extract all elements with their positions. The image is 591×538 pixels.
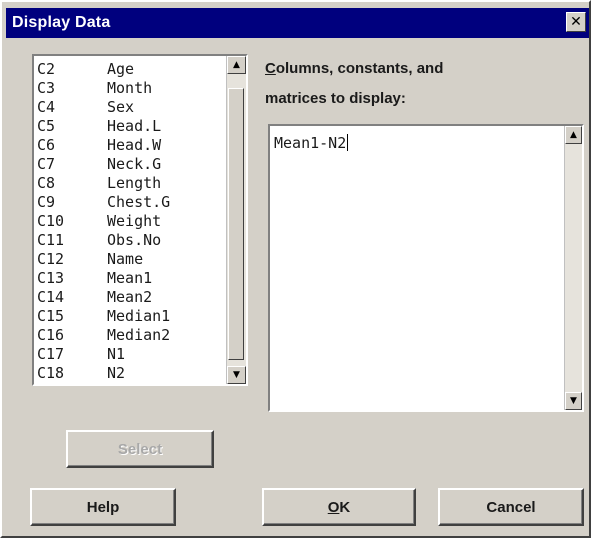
columns-listbox[interactable]: C2 Age C3 Month C4 Sex C5 Head.L C6 Head.W C7 Neck.… [32,54,248,386]
column-name: Head.L [107,117,162,135]
list-item[interactable]: C18 N2 [37,364,223,382]
column-id: C17 [37,345,65,363]
list-item[interactable]: C10 Weight [37,212,223,231]
list-item[interactable]: C4 Sex [37,98,223,117]
field-scroll-down-button[interactable]: ▼ [565,392,582,410]
field-scrollbar[interactable]: ▲ ▼ [564,126,582,410]
column-id: C14 [37,288,65,306]
arrow-down-icon: ▼ [570,395,577,406]
column-id: C4 [37,98,56,116]
columns-to-display-field[interactable]: Mean1-N2 ▲ ▼ [268,124,584,412]
cancel-button[interactable]: Cancel [438,488,584,526]
column-name: Length [107,174,162,192]
column-name: N1 [107,345,126,363]
column-name: N2 [107,364,126,382]
list-item[interactable]: C9 Chest.G [37,193,223,212]
field-value-text: Mean1-N2 [274,134,347,152]
column-id: C13 [37,269,65,287]
window-title: Display Data [12,14,111,31]
list-item[interactable]: C7 Neck.G [37,155,223,174]
display-data-dialog: Display Data ✕ C2 Age C3 Month C4 Sex C5 Head.L… [0,0,591,538]
column-id: C3 [37,79,56,97]
column-id: C8 [37,174,56,192]
column-name: Age [107,60,135,78]
columns-list-scrollbar[interactable]: ▲ ▼ [226,56,246,384]
list-item[interactable]: C13 Mean1 [37,269,223,288]
column-name: Chest.G [107,193,171,211]
column-name: Name [107,250,144,268]
field-scroll-up-button[interactable]: ▲ [565,126,582,144]
list-item[interactable]: C3 Month [37,79,223,98]
column-id: C2 [37,60,56,78]
column-name: Month [107,79,153,97]
list-item[interactable]: C16 Median2 [37,326,223,345]
list-item[interactable]: C8 Length [37,174,223,193]
title-bar[interactable]: Display Data ✕ [6,8,589,38]
column-name: Neck.G [107,155,162,173]
scroll-down-button[interactable]: ▼ [227,366,246,384]
list-item[interactable]: C6 Head.W [37,136,223,155]
column-name: Head.W [107,136,162,154]
label-text: olumns, constants, and matrices to displ… [265,60,444,107]
arrow-down-icon: ▼ [233,369,240,380]
close-icon: ✕ [570,14,582,30]
ok-mnemonic: O [327,498,340,516]
column-id: C6 [37,136,56,154]
column-id: C16 [37,326,65,344]
arrow-up-icon: ▲ [570,129,577,140]
cancel-button-label: Cancel [486,498,536,516]
help-button[interactable]: Help [30,488,176,526]
column-id: C10 [37,212,65,230]
column-id: C5 [37,117,56,135]
ok-button-label: OK [328,499,351,516]
list-item[interactable]: C17 N1 [37,345,223,364]
list-item[interactable]: C15 Median1 [37,307,223,326]
scroll-thumb[interactable] [228,88,244,360]
text-caret [347,134,349,151]
column-name: Median2 [107,326,171,344]
field-value: Mean1-N2 [274,134,349,152]
column-name: Obs.No [107,231,162,249]
help-button-label: Help [86,498,120,516]
list-item[interactable]: C2 Age [37,60,223,79]
list-item[interactable]: C11 Obs.No [37,231,223,250]
list-item[interactable]: C12 Name [37,250,223,269]
column-id: C7 [37,155,56,173]
column-name: Median1 [107,307,171,325]
ok-label-rest: K [339,498,351,516]
close-button[interactable]: ✕ [566,12,586,32]
display-field-label: Columns, constants, and matrices to disp… [265,54,555,114]
list-item[interactable]: C5 Head.L [37,117,223,136]
column-name: Weight [107,212,162,230]
column-name: Mean1 [107,269,153,287]
select-button[interactable]: Select [66,430,214,468]
column-id: C18 [37,364,65,382]
list-item[interactable]: C14 Mean2 [37,288,223,307]
column-id: C9 [37,193,56,211]
arrow-up-icon: ▲ [233,59,240,70]
select-button-label: Select [117,440,163,458]
ok-button[interactable]: OK [262,488,416,526]
label-mnemonic: C [265,60,276,77]
column-name: Sex [107,98,135,116]
scroll-up-button[interactable]: ▲ [227,56,246,74]
column-id: C11 [37,231,65,249]
column-id: C12 [37,250,65,268]
columns-list: C2 Age C3 Month C4 Sex C5 Head.L C6 Head.W C7 Neck.… [37,60,223,382]
column-id: C15 [37,307,65,325]
column-name: Mean2 [107,288,153,306]
